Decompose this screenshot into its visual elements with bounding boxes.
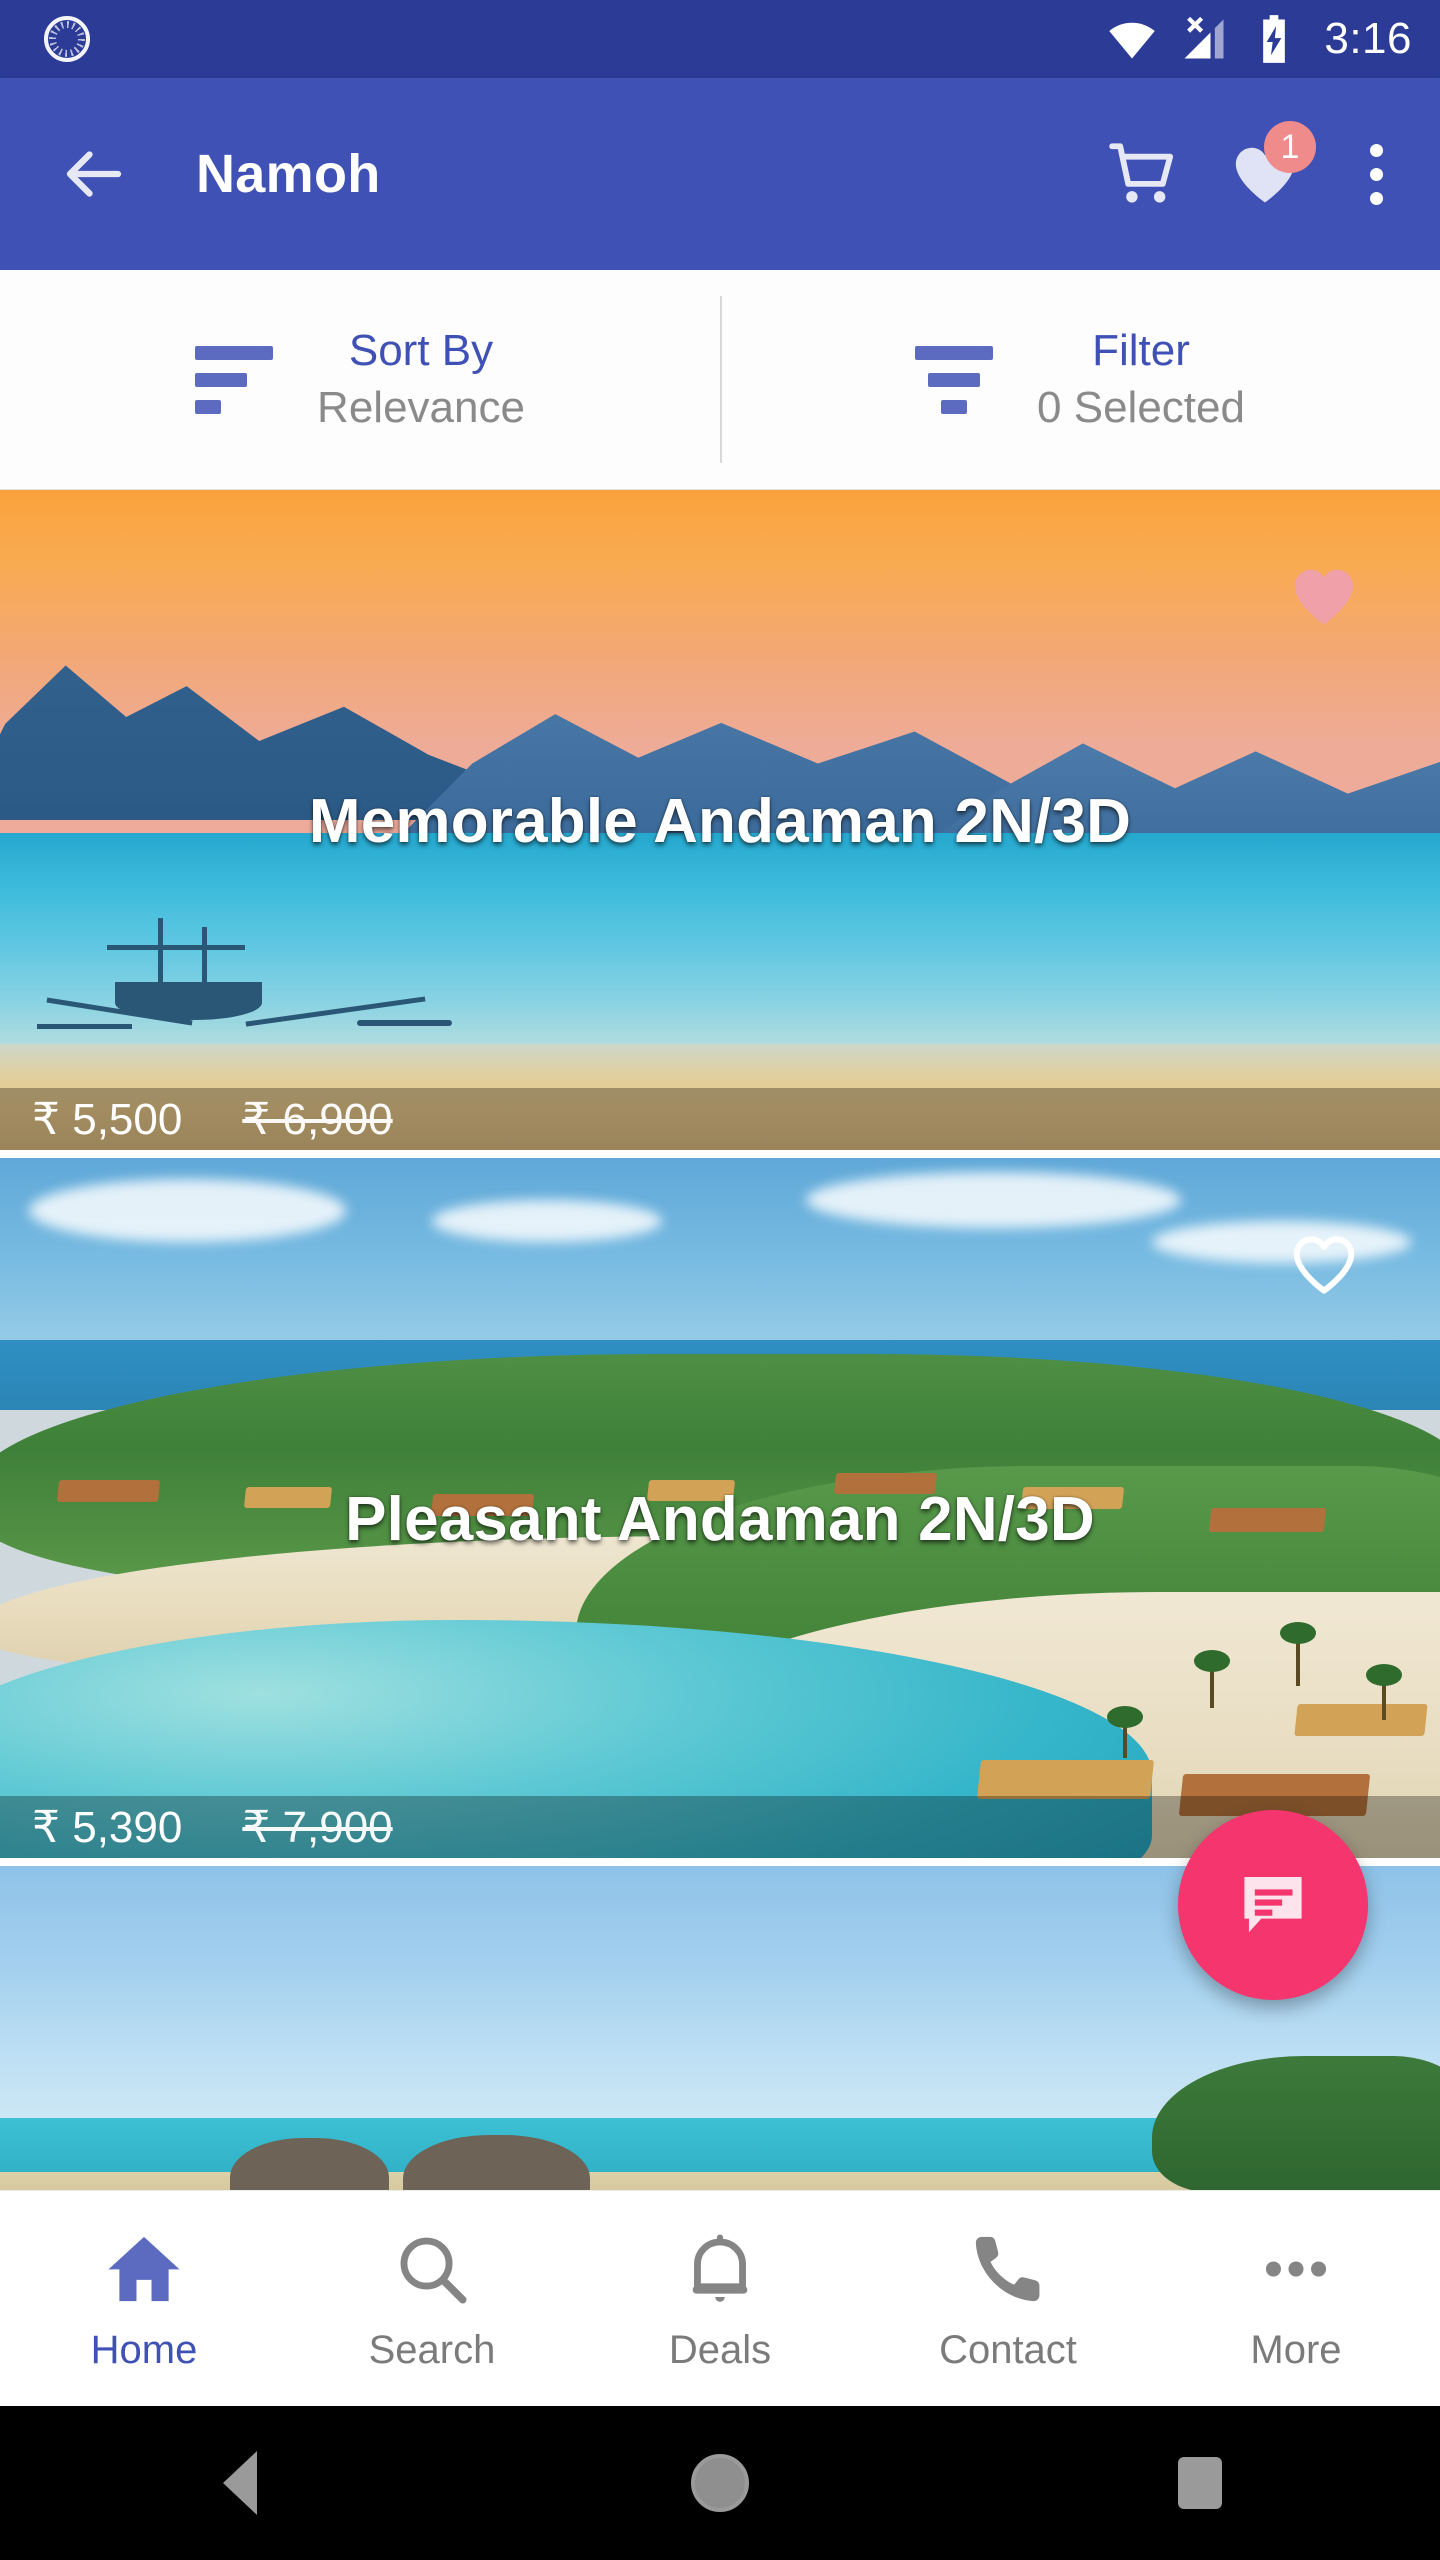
bottom-navigation: Home Search Deals Contact More [0, 2190, 1440, 2406]
system-back-icon [223, 2451, 257, 2515]
phone-icon [975, 2236, 1040, 2301]
package-card[interactable]: Memorable Andaman 2N/3D ₹ 5,500 ₹ 6,900 [0, 490, 1440, 1150]
sort-by-button[interactable]: Sort By Relevance [0, 270, 720, 489]
system-back-button[interactable] [180, 2433, 300, 2533]
system-home-icon [691, 2454, 749, 2512]
chat-fab-button[interactable] [1178, 1810, 1368, 2000]
filter-text: Filter 0 Selected [1037, 324, 1245, 435]
nav-item-search[interactable]: Search [288, 2191, 576, 2406]
package-title: Pleasant Andaman 2N/3D [345, 1485, 1095, 1554]
heart-outline-icon [1293, 1236, 1355, 1294]
system-recents-icon [1178, 2457, 1222, 2509]
cellular-no-sim-icon [1184, 16, 1224, 59]
sort-bars-icon [195, 345, 274, 414]
nav-label-search: Search [368, 2327, 496, 2372]
filter-button[interactable]: Filter 0 Selected [720, 270, 1440, 489]
package-original-price: ₹ 6,900 [242, 1094, 393, 1144]
home-icon [108, 2236, 180, 2301]
nav-label-home: Home [90, 2327, 198, 2372]
wishlist-badge: 1 [1264, 121, 1316, 173]
nav-item-more[interactable]: More [1152, 2191, 1440, 2406]
more-vertical-icon [1369, 143, 1383, 157]
filter-label: Filter [1092, 325, 1190, 375]
more-vertical-icon [1369, 167, 1383, 181]
sync-progress-icon [44, 16, 90, 62]
filter-funnel-icon [915, 345, 994, 414]
nav-item-contact[interactable]: Contact [864, 2191, 1152, 2406]
app-screen: 3:16 Namoh 1 Sort By Relevance Filter 0 … [0, 0, 1440, 2560]
bell-icon [692, 2233, 748, 2302]
page-title: Namoh [196, 144, 381, 204]
shopping-cart-icon [1109, 143, 1174, 203]
overflow-menu-button[interactable] [1348, 135, 1404, 213]
heart-filled-icon [1294, 569, 1354, 625]
nav-item-home[interactable]: Home [0, 2191, 288, 2406]
back-button[interactable] [56, 136, 132, 212]
filter-value: 0 Selected [1037, 382, 1245, 432]
system-home-button[interactable] [660, 2433, 780, 2533]
favorite-toggle[interactable] [1286, 1226, 1362, 1302]
sort-by-label: Sort By [348, 325, 494, 375]
more-horizontal-icon [1265, 2260, 1327, 2277]
nav-label-deals: Deals [668, 2327, 772, 2372]
back-arrow-icon [66, 151, 122, 197]
app-bar-actions: 1 [1104, 121, 1404, 213]
favorite-toggle[interactable] [1286, 558, 1362, 634]
nav-label-contact: Contact [939, 2327, 1077, 2372]
nav-label-more: More [1250, 2327, 1342, 2372]
nav-item-deals[interactable]: Deals [576, 2191, 864, 2406]
system-recents-button[interactable] [1140, 2433, 1260, 2533]
status-indicators: 3:16 [1106, 13, 1412, 65]
package-title: Memorable Andaman 2N/3D [308, 787, 1132, 856]
more-vertical-icon [1369, 191, 1383, 205]
wishlist-button[interactable]: 1 [1226, 121, 1316, 213]
chat-bubble-icon [1244, 1877, 1302, 1933]
status-bar: 3:16 [0, 0, 1440, 78]
sort-by-value: Relevance [317, 382, 525, 432]
system-navigation-bar [0, 2406, 1440, 2560]
search-icon [400, 2237, 467, 2304]
wifi-icon [1109, 22, 1156, 59]
battery-charging-icon [1263, 15, 1286, 63]
app-bar: Namoh 1 [0, 78, 1440, 270]
package-price: ₹ 5,390 [32, 1802, 183, 1852]
status-clock: 3:16 [1324, 14, 1412, 63]
sort-filter-bar: Sort By Relevance Filter 0 Selected [0, 270, 1440, 490]
package-card[interactable]: Pleasant Andaman 2N/3D ₹ 5,390 ₹ 7,900 [0, 1158, 1440, 1858]
package-original-price: ₹ 7,900 [242, 1802, 393, 1852]
cart-button[interactable] [1104, 135, 1182, 213]
price-bar: ₹ 5,500 ₹ 6,900 [0, 1088, 1440, 1150]
package-price: ₹ 5,500 [32, 1094, 183, 1144]
sort-by-text: Sort By Relevance [317, 324, 525, 435]
